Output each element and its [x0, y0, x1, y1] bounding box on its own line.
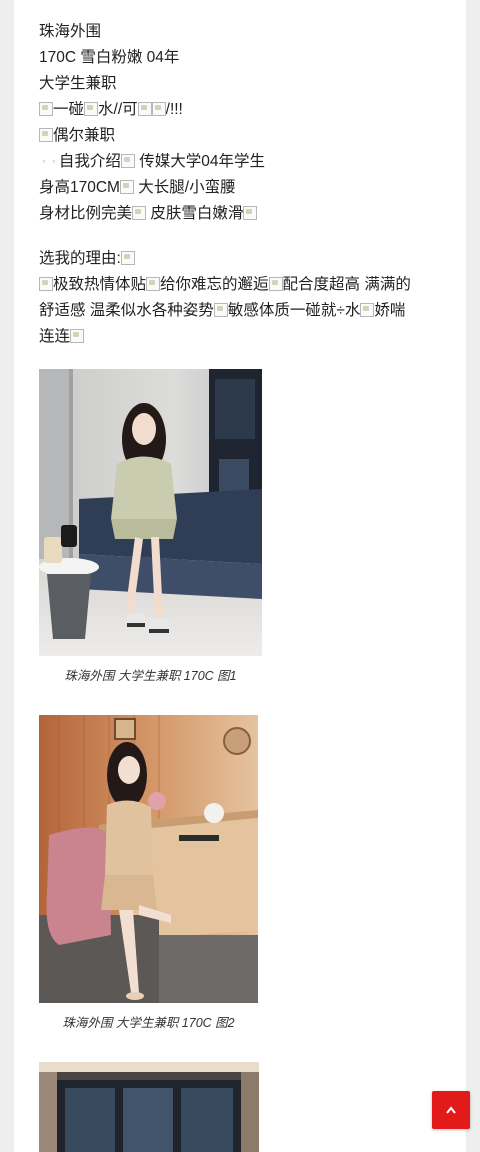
article-line: 170C 雪白粉嫩 04年: [39, 49, 180, 66]
figure-2: 珠海外围 大学生兼职 170C 图2: [39, 715, 258, 1031]
text-fragment: 身材比例完美: [39, 205, 133, 222]
text-fragment: 水//可: [98, 101, 138, 118]
photo-3-image: [39, 1062, 259, 1152]
back-to-top-button[interactable]: [432, 1091, 470, 1129]
photo-2[interactable]: [39, 715, 258, 1003]
broken-image-icon: [137, 102, 152, 116]
broken-image-icon: [39, 277, 53, 291]
text-fragment: 选我的理由:: [39, 250, 121, 267]
figure-1: 珠海外围 大学生兼职 170C 图1: [39, 369, 262, 684]
reasons-paragraph: 极致热情体贴 给你难忘的邂逅 配合度超高 满满的舒适感 温柔似水各种姿势 敏感体质一碰…: [39, 272, 419, 350]
broken-image-icon: [151, 102, 166, 116]
broken-image-icon: [120, 251, 135, 265]
figure-1-caption: 珠海外围 大学生兼职 170C 图1: [64, 669, 237, 683]
text-fragment: ▫️▫️: [39, 157, 59, 166]
article-line: 身高170CM 大长腿/小蛮腰: [39, 175, 419, 201]
article-line: 大学生兼职: [39, 75, 117, 92]
article-line: 一碰 水//可 /!!!: [39, 97, 419, 123]
chevron-up-icon: [446, 1106, 456, 1114]
text-fragment: 大长腿/小蛮腰: [133, 179, 236, 196]
photo-1-image: [39, 369, 262, 656]
figure-3: [39, 1062, 259, 1152]
article-body: 珠海外围 170C 雪白粉嫩 04年 大学生兼职 一碰 水//可 /!!! 偶尔兼职…: [39, 19, 419, 350]
figure-2-caption: 珠海外围 大学生兼职 170C 图2: [62, 1016, 235, 1030]
text-fragment: 敏感体质一碰就÷水: [227, 302, 361, 319]
photo-3[interactable]: [39, 1062, 259, 1152]
article-line: 身材比例完美 皮肤雪白嫩滑: [39, 201, 419, 227]
broken-image-icon: [132, 206, 147, 220]
reason-title: 选我的理由:: [39, 246, 419, 272]
photo-2-image: [39, 715, 258, 1003]
broken-image-icon: [84, 102, 99, 116]
broken-image-icon: [268, 277, 283, 291]
text-fragment: 偶尔兼职: [53, 127, 116, 144]
text-fragment: 皮肤雪白嫩滑: [146, 205, 244, 222]
broken-image-icon: [213, 303, 228, 317]
broken-image-icon: [360, 303, 375, 317]
broken-image-icon: [70, 329, 85, 343]
broken-image-icon: [39, 128, 53, 142]
broken-image-icon: [120, 154, 135, 168]
broken-image-icon: [39, 102, 53, 116]
text-fragment: 给你难忘的邂逅: [160, 276, 269, 293]
text-fragment: 自我介绍: [58, 153, 121, 170]
broken-image-icon: [243, 206, 258, 220]
text-fragment: 传媒大学04年学生: [134, 153, 265, 170]
article-line: 珠海外围: [39, 23, 102, 40]
article-line: 偶尔兼职: [39, 123, 419, 149]
broken-image-icon: [146, 277, 161, 291]
photo-1[interactable]: [39, 369, 262, 656]
text-fragment: 身高170CM: [39, 179, 120, 196]
broken-image-icon: [119, 180, 134, 194]
article-line: ▫️▫️自我介绍 传媒大学04年学生: [39, 149, 419, 175]
text-fragment: /!!!: [165, 101, 183, 118]
text-fragment: 极致热情体贴: [53, 276, 147, 293]
text-fragment: 一碰: [53, 101, 85, 118]
